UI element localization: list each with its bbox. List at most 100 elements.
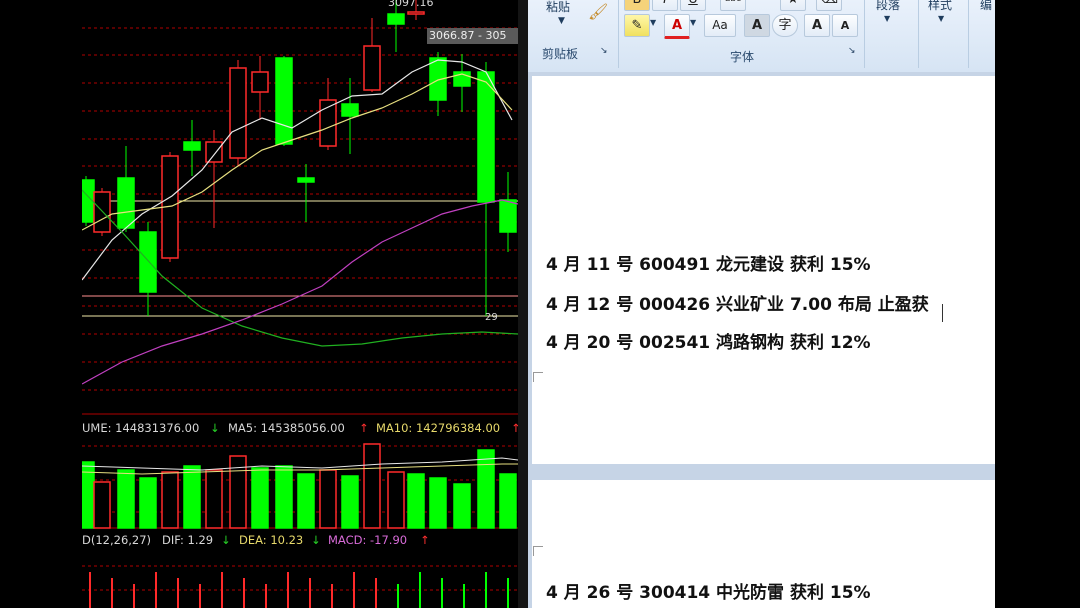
- paragraph-group[interactable]: 段落 ▼: [866, 0, 919, 68]
- volume-bar: [139, 477, 157, 529]
- volume-bar: [499, 473, 517, 529]
- char-shading-button[interactable]: A: [744, 14, 770, 37]
- text-highlight-button[interactable]: ✎: [624, 14, 650, 37]
- shrink-font-button[interactable]: A: [832, 14, 858, 37]
- paragraph-button[interactable]: 段落: [876, 0, 900, 13]
- price-low-label: 29: [485, 312, 498, 323]
- format-painter-icon[interactable]: 🖌: [588, 2, 608, 21]
- highlight-dropdown-icon[interactable]: ▼: [650, 18, 656, 27]
- volume-bar: [387, 471, 405, 529]
- volume-bar: [407, 473, 425, 529]
- font-color-dropdown-icon[interactable]: ▼: [690, 18, 696, 27]
- candlestick-chart-canvas[interactable]: [82, 0, 518, 608]
- price-high-box: 3066.87 - 305: [427, 28, 518, 44]
- volume-bar: [341, 475, 359, 529]
- volume-bar: [205, 469, 223, 529]
- ribbon: 粘贴 ▼ 🖌 剪贴板 ↘ B I U abc ★ ⌫ ✎ ▼ A ▼ Aa A …: [528, 0, 995, 73]
- macd-dea: DEA: 10.23: [239, 533, 304, 547]
- volume-bar: [93, 481, 111, 529]
- italic-button[interactable]: I: [652, 0, 678, 11]
- volume-bar: [477, 449, 495, 529]
- window-divider: [518, 0, 528, 608]
- macd-dif-arrow: ↓: [221, 533, 231, 547]
- document-area[interactable]: 4 月 11 号 600491 龙元建设 获利 15% 4 月 12 号 000…: [528, 72, 995, 608]
- editing-group[interactable]: 编: [970, 0, 995, 68]
- candle-body: [407, 11, 425, 15]
- word-window[interactable]: 粘贴 ▼ 🖌 剪贴板 ↘ B I U abc ★ ⌫ ✎ ▼ A ▼ Aa A …: [528, 0, 995, 608]
- volume-bar: [161, 471, 179, 529]
- volume-bar: [453, 483, 471, 529]
- candle-body: [183, 141, 201, 151]
- clipboard-launcher-icon[interactable]: ↘: [600, 46, 608, 56]
- volume-bar: [429, 477, 447, 529]
- volume-ma5: MA5: 145385056.00: [228, 421, 345, 435]
- candle-body: [93, 191, 111, 233]
- candle-body: [363, 45, 381, 91]
- trade-line-4[interactable]: 4 月 26 号 300414 中光防雷 获利 15%: [546, 578, 871, 603]
- macd-dif: DIF: 1.29: [162, 533, 214, 547]
- stock-chart[interactable]: 3097.16 3066.87 - 305 29 UME: 144831376.…: [82, 0, 518, 608]
- volume-ma5-arrow: ↑: [359, 421, 369, 435]
- document-page-1[interactable]: 4 月 11 号 600491 龙元建设 获利 15% 4 月 12 号 000…: [532, 76, 995, 464]
- volume-bar: [319, 469, 337, 529]
- font-launcher-icon[interactable]: ↘: [848, 46, 856, 56]
- candle-body: [297, 177, 315, 183]
- paste-button[interactable]: 粘贴: [546, 0, 570, 15]
- font-label: 字体: [729, 50, 754, 64]
- paste-dropdown-icon[interactable]: ▼: [558, 16, 565, 26]
- volume-ma10: [82, 463, 518, 475]
- candle-body: [117, 177, 135, 229]
- mouse-ibeam-cursor: [942, 304, 943, 322]
- styles-button[interactable]: 样式: [928, 0, 952, 13]
- styles-group[interactable]: 样式 ▼: [920, 0, 969, 68]
- volume-bar: [275, 465, 293, 529]
- candle-body: [229, 67, 247, 159]
- candle-body: [499, 199, 517, 233]
- trade-line-3[interactable]: 4 月 20 号 002541 鸿路钢构 获利 12%: [546, 328, 871, 353]
- highlighter-icon: ✎: [631, 18, 643, 33]
- trade-line-1[interactable]: 4 月 11 号 600491 龙元建设 获利 15%: [546, 250, 871, 275]
- change-case-button[interactable]: Aa: [704, 14, 736, 37]
- candle-body: [139, 231, 157, 293]
- volume-ma5: [82, 457, 518, 471]
- candle-body: [275, 57, 293, 145]
- styles-dropdown-icon[interactable]: ▼: [938, 14, 944, 23]
- candle-body: [341, 103, 359, 117]
- document-page-2[interactable]: 4 月 26 号 300414 中光防雷 获利 15%: [532, 480, 995, 608]
- clear-format-button[interactable]: ⌫: [816, 0, 842, 11]
- page-corner-mark: [533, 372, 543, 382]
- enclose-char-button[interactable]: 字: [772, 14, 798, 37]
- paragraph-dropdown-icon[interactable]: ▼: [884, 14, 890, 23]
- clipboard-group: 粘贴 ▼ 🖌 剪贴板 ↘: [528, 0, 619, 68]
- macd-params: D(12,26,27): [82, 533, 152, 547]
- trade-line-2[interactable]: 4 月 12 号 000426 兴业矿业 7.00 布局 止盈获: [546, 290, 929, 315]
- highlight-top-button[interactable]: ★: [780, 0, 806, 11]
- price-peak-label: 3097.16: [388, 0, 434, 9]
- volume-bar: [117, 469, 135, 529]
- volume-bar: [297, 473, 315, 529]
- ma-line-yellow: [82, 73, 513, 231]
- volume-bar: [183, 465, 201, 529]
- editing-button[interactable]: 编: [980, 0, 992, 13]
- candle-body: [205, 141, 223, 163]
- volume-bar: [251, 467, 269, 529]
- bold-button[interactable]: B: [624, 0, 650, 11]
- grow-font-button[interactable]: A: [804, 14, 830, 37]
- macd-arrow: ↑: [420, 533, 430, 547]
- page-corner-mark-2: [533, 546, 543, 556]
- font-color-button[interactable]: A: [664, 14, 690, 39]
- candle-body: [387, 13, 405, 25]
- candle-body: [477, 71, 495, 203]
- font-group: B I U abc ★ ⌫ ✎ ▼ A ▼ Aa A 字 A A 字体 ↘: [620, 0, 865, 68]
- volume-ma10-arrow: ↑: [511, 421, 518, 435]
- right-margin: [995, 0, 1080, 608]
- strikethrough-button[interactable]: abc: [720, 0, 746, 11]
- volume-arrow: ↓: [210, 421, 220, 435]
- macd-dea-arrow: ↓: [311, 533, 321, 547]
- volume-value: UME: 144831376.00: [82, 421, 200, 435]
- candle-body: [251, 71, 269, 93]
- underline-button[interactable]: U: [680, 0, 706, 11]
- volume-bar: [363, 443, 381, 529]
- volume-ma10: MA10: 142796384.00: [376, 421, 501, 435]
- macd-value: MACD: -17.90: [328, 533, 408, 547]
